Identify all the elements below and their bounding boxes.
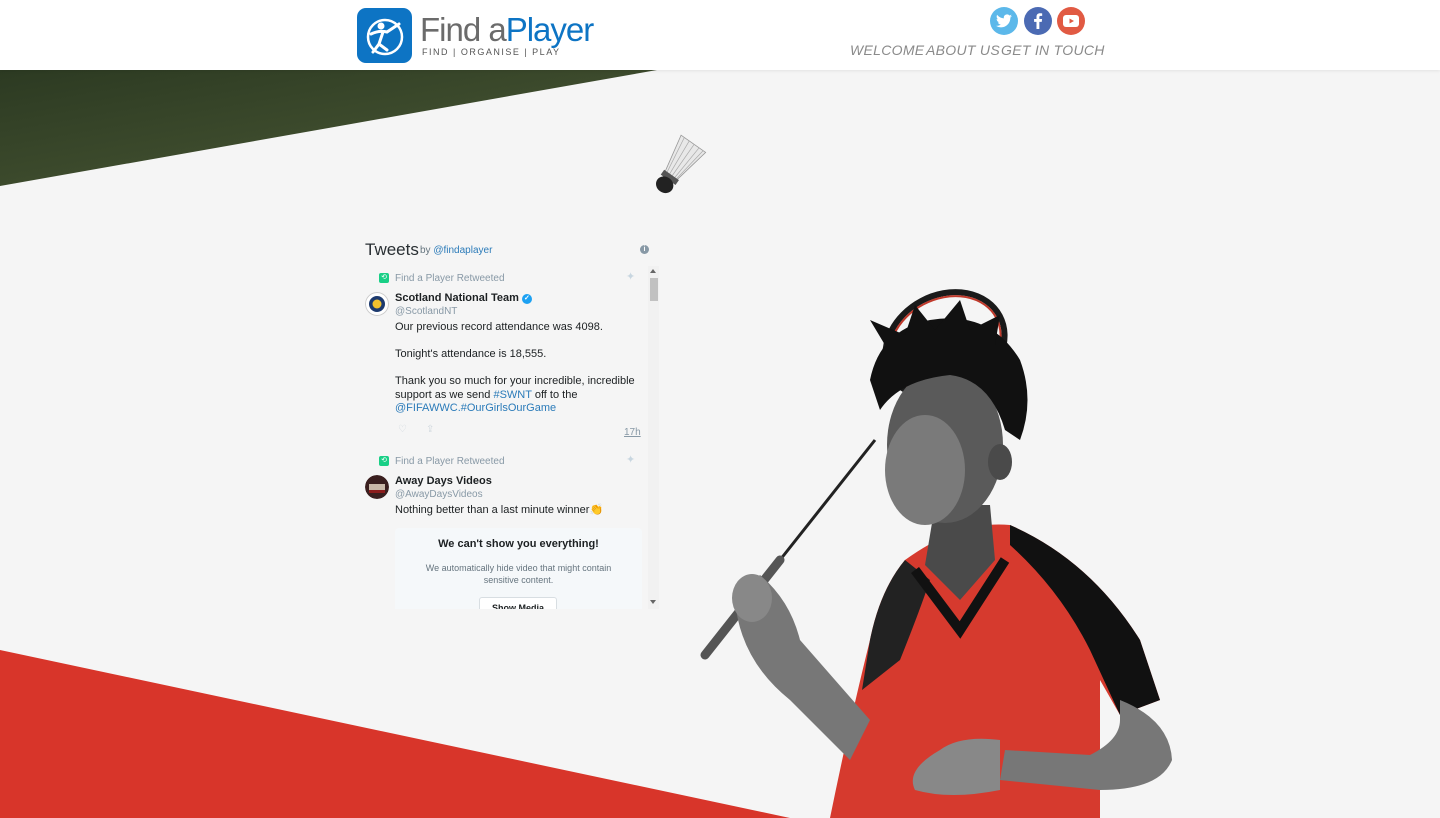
hashtag-link-2[interactable]: .#OurGirlsOurGame [458, 402, 556, 414]
nav-welcome[interactable]: WELCOME [850, 42, 924, 58]
tweet-timeline[interactable]: ⟲ Find a Player Retweeted ✦ Scotland Nat… [362, 266, 660, 609]
twitter-bird-icon [996, 14, 1012, 28]
sensitive-media-notice: We can't show you everything! We automat… [395, 528, 642, 609]
widget-title: Tweets [365, 240, 419, 259]
tweet-author-handle[interactable]: @AwayDaysVideos [395, 489, 483, 500]
avatar[interactable] [365, 292, 389, 316]
show-media-button[interactable]: Show Media [479, 597, 557, 609]
hashtag-link[interactable]: #SWNT [493, 389, 531, 401]
tweet-author-name[interactable]: Scotland National Team ✓ [395, 292, 532, 304]
retweet-icon: ⟲ [379, 273, 389, 283]
twitter-bird-icon[interactable]: ✦ [626, 453, 635, 466]
nav-about-us[interactable]: ABOUT US [926, 42, 1000, 58]
youtube-play-icon [1063, 15, 1079, 27]
twitter-bird-icon[interactable]: ✦ [626, 270, 635, 283]
site-header: Find aPlayer FIND | ORGANISE | PLAY WELC… [0, 0, 1440, 70]
tweet-text: Nothing better than a last minute winner… [395, 504, 604, 516]
youtube-link[interactable] [1057, 7, 1085, 35]
logo-title-part1: Find a [420, 11, 507, 48]
like-icon[interactable]: ♡ [398, 424, 407, 435]
facebook-link[interactable] [1024, 7, 1052, 35]
site-logo-title[interactable]: Find aPlayer [420, 10, 595, 50]
tweet-text-line2: Tonight's attendance is 18,555. [395, 348, 547, 360]
logo-title-part2: Player [505, 11, 595, 48]
retweet-label: Find a Player Retweeted [395, 273, 505, 284]
tweet-timestamp[interactable]: 17h [624, 427, 641, 438]
badminton-player-image [700, 289, 1172, 818]
widget-handle-link[interactable]: @findaplayer [433, 245, 492, 256]
logo-tagline: FIND | ORGANISE | PLAY [422, 47, 561, 57]
twitter-link[interactable] [990, 7, 1018, 35]
widget-by-prefix: by [420, 245, 431, 256]
scroll-down-arrow-icon[interactable] [650, 600, 656, 604]
share-icon[interactable]: ⇪ [426, 424, 434, 435]
scroll-up-arrow-icon[interactable] [650, 269, 656, 273]
sensitive-title: We can't show you everything! [438, 538, 599, 550]
tweet-author-handle[interactable]: @ScotlandNT [395, 306, 457, 317]
logo-icon[interactable] [357, 8, 412, 63]
tweet-text-mid: off to the [534, 388, 578, 401]
timeline-scrollbar[interactable] [648, 266, 659, 609]
retweet-label: Find a Player Retweeted [395, 456, 505, 467]
sensitive-description: We automatically hide video that might c… [425, 563, 612, 585]
info-icon[interactable]: i [640, 245, 649, 254]
nav-get-in-touch[interactable]: GET IN TOUCH [1001, 42, 1105, 58]
scrollbar-thumb[interactable] [650, 278, 658, 301]
facebook-f-icon [1034, 13, 1043, 29]
tweet-author-name[interactable]: Away Days Videos [395, 475, 492, 487]
retweet-icon: ⟲ [379, 456, 389, 466]
tweet-text-line3: Thank you so much for your incredible, i… [395, 375, 640, 416]
widget-byline: by @findaplayer [420, 245, 492, 256]
verified-badge-icon: ✓ [521, 294, 532, 304]
author-name-text: Scotland National Team [395, 292, 519, 304]
tweet-text-line1: Our previous record attendance was 4098. [395, 321, 603, 333]
avatar[interactable] [365, 475, 389, 499]
mention-link[interactable]: @FIFAWWC [395, 402, 458, 414]
